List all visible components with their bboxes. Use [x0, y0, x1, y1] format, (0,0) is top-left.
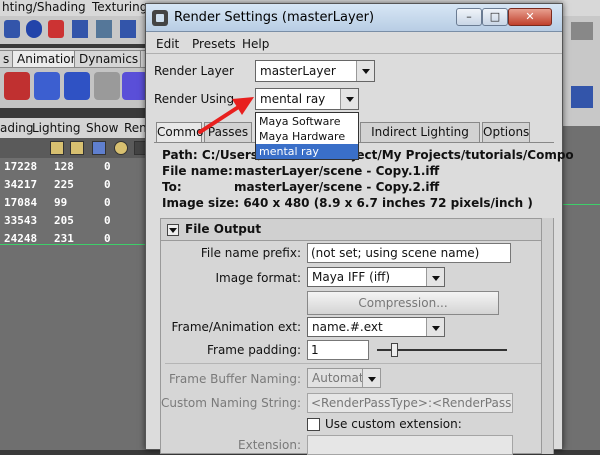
frame-ext-label: Frame/Animation ext:: [171, 320, 301, 334]
tool-icon[interactable]: [96, 20, 112, 38]
shelf-tool-icon[interactable]: [64, 72, 90, 100]
file-name-prefix-label: File name prefix:: [200, 246, 301, 260]
right-viewport[interactable]: [563, 126, 600, 450]
maximize-button[interactable]: □: [482, 8, 508, 26]
shelf-tab-dynamics[interactable]: Dynamics: [74, 50, 144, 68]
to-value: masterLayer/scene - Copy.2.iff: [234, 180, 440, 194]
use-custom-extension-label: Use custom extension:: [325, 417, 462, 431]
viewport-icon-bar: [0, 138, 150, 158]
panel-menu-lighting[interactable]: Lighting: [32, 119, 81, 137]
tab-indirect-lighting[interactable]: Indirect Lighting: [360, 122, 480, 142]
tool-icon[interactable]: [72, 20, 88, 38]
close-button[interactable]: ✕: [508, 8, 552, 26]
viewport[interactable]: 17228 128 0 34217 225 0 17084 99 0 33543 205 0 2…: [0, 158, 150, 450]
shelf-tab-animation[interactable]: Animation: [12, 50, 84, 68]
tool-icon[interactable]: [26, 20, 42, 38]
render-layer-dropdown[interactable]: masterLayer: [255, 60, 375, 82]
frame-buffer-naming-dropdown[interactable]: Automatic: [307, 368, 381, 388]
image-size-info: Image size: 640 x 480 (8.9 x 6.7 inches …: [162, 196, 533, 210]
shelf-tool-icon[interactable]: [4, 72, 30, 100]
file-output-title: File Output: [185, 222, 262, 236]
panel-icon[interactable]: [114, 141, 128, 155]
menu-texturing[interactable]: Texturing: [92, 0, 147, 14]
chevron-down-icon: [426, 268, 444, 286]
window-title: Render Settings (masterLayer): [174, 10, 375, 25]
hud-row: 33543 205 0: [4, 214, 111, 227]
path-label: Path: C:/Users/: [162, 148, 263, 162]
maya-shelf-tabs: s Animation Dynamics R: [0, 48, 159, 68]
option-mental-ray[interactable]: mental ray: [256, 144, 358, 159]
file-output-header[interactable]: File Output: [161, 219, 553, 241]
render-using-label: Render Using: [154, 92, 235, 106]
tool-icon[interactable]: [48, 20, 64, 38]
file-name-prefix-field[interactable]: (not set; using scene name): [307, 243, 511, 263]
scrollbar[interactable]: [541, 218, 553, 454]
maya-app-icon: [152, 10, 168, 26]
panel-menu-show[interactable]: Show: [86, 119, 118, 137]
custom-naming-label: Custom Naming String:: [160, 396, 301, 410]
compression-button[interactable]: Compression...: [307, 291, 499, 315]
option-maya-hardware[interactable]: Maya Hardware: [256, 129, 358, 144]
frame-padding-slider-handle[interactable]: [391, 343, 398, 357]
extension-field[interactable]: [307, 435, 513, 455]
panel-menu-shading[interactable]: ading: [0, 119, 34, 137]
render-layer-label: Render Layer: [154, 64, 234, 78]
custom-naming-field[interactable]: <RenderPassType>:<RenderPass>.<Came: [307, 393, 513, 413]
maya-status-line: [0, 16, 150, 44]
file-output-section: File Output File name prefix: (not set; …: [160, 218, 554, 455]
shelf-tool-icon[interactable]: [94, 72, 120, 100]
maya-shelf: [0, 68, 150, 108]
chevron-down-icon: [356, 61, 374, 81]
path-value: oject/My Projects/tutorials/Compo: [344, 148, 574, 162]
dialog-menubar: Edit Presets Help: [146, 34, 562, 54]
file-name-label: File name:: [162, 164, 233, 178]
panel-icon[interactable]: [70, 141, 84, 155]
file-name-value: masterLayer/scene - Copy.1.iff: [234, 164, 440, 178]
render-using-options: Maya Software Maya Hardware mental ray: [255, 112, 359, 160]
separator: [165, 363, 549, 364]
title-bar[interactable]: Render Settings (masterLayer) – □ ✕: [146, 4, 562, 32]
frame-buffer-naming-label: Frame Buffer Naming:: [168, 372, 301, 386]
chevron-down-icon: [362, 369, 380, 387]
shelf-tool-icon[interactable]: [34, 72, 60, 100]
toolbar-icon[interactable]: [571, 22, 593, 40]
menu-lighting-shading[interactable]: hting/Shading: [2, 0, 86, 14]
tool-icon[interactable]: [120, 20, 136, 38]
use-custom-extension-checkbox[interactable]: [307, 418, 320, 431]
tool-icon[interactable]: [4, 20, 20, 38]
menu-edit[interactable]: Edit: [156, 37, 179, 51]
chevron-down-icon: [340, 89, 358, 109]
image-format-label: Image format:: [215, 271, 301, 285]
chevron-down-icon: [426, 318, 444, 336]
menu-help[interactable]: Help: [242, 37, 269, 51]
minimize-button[interactable]: –: [456, 8, 482, 26]
menu-presets[interactable]: Presets: [192, 37, 236, 51]
right-toolbar: [563, 16, 600, 126]
viewport-panel-menu: ading Lighting Show Ren: [0, 118, 150, 138]
render-settings-window: Render Settings (masterLayer) – □ ✕ Edit…: [145, 3, 574, 455]
image-format-dropdown[interactable]: Maya IFF (iff): [307, 267, 445, 287]
option-maya-software[interactable]: Maya Software: [256, 114, 358, 129]
tab-passes[interactable]: Passes: [204, 122, 252, 142]
render-using-dropdown[interactable]: mental ray: [255, 88, 359, 110]
collapse-arrow-icon[interactable]: [167, 224, 179, 236]
hud-row: 17228 128 0: [4, 160, 111, 173]
tab-common[interactable]: Common: [156, 122, 211, 143]
render-icon[interactable]: [571, 86, 593, 108]
frame-ext-dropdown[interactable]: name.#.ext: [307, 317, 445, 337]
panel-icon[interactable]: [50, 141, 64, 155]
viewport-object: [0, 244, 150, 248]
to-label: To:: [162, 180, 182, 194]
panel-icon[interactable]: [92, 141, 106, 155]
tab-options[interactable]: Options: [482, 122, 530, 142]
panel-menu-renderer[interactable]: Ren: [124, 119, 147, 137]
hud-row: 17084 99 0: [4, 196, 111, 209]
frame-padding-field[interactable]: 1: [307, 340, 369, 360]
hud-row: 34217 225 0: [4, 178, 111, 191]
frame-padding-label: Frame padding:: [206, 343, 301, 357]
